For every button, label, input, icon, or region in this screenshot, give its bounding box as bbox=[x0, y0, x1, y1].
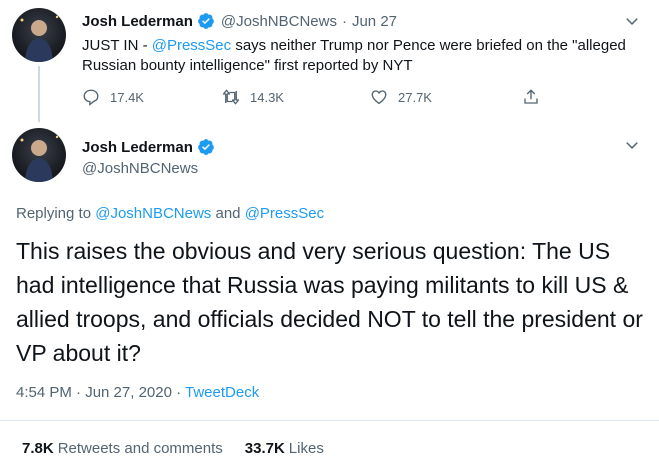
retweets-label: Retweets and comments bbox=[57, 440, 223, 457]
verified-badge-icon bbox=[197, 139, 214, 155]
retweet-icon bbox=[222, 89, 240, 105]
chevron-down-icon[interactable] bbox=[625, 138, 639, 152]
tweet-text: JUST IN - @PressSec says neither Trump n… bbox=[82, 36, 642, 76]
share-icon bbox=[524, 89, 538, 104]
tweet-date[interactable]: Jun 27 bbox=[352, 13, 397, 30]
mention-link[interactable]: @PressSec bbox=[152, 37, 231, 54]
tweet-main-text: This raises the obvious and very serious… bbox=[16, 238, 643, 366]
dot-separator: · bbox=[341, 12, 347, 30]
likes-stat[interactable]: 33.7K Likes bbox=[245, 440, 324, 457]
replying-and: and bbox=[211, 205, 245, 222]
replying-user-link[interactable]: @JoshNBCNews bbox=[95, 205, 211, 222]
tweet-header: Josh Lederman @JoshNBCNews · Jun 27 bbox=[82, 12, 397, 30]
retweet-count: 14.3K bbox=[250, 89, 284, 105]
divider bbox=[0, 420, 659, 421]
like-button[interactable]: 27.7K bbox=[370, 88, 522, 106]
tweet-source-link[interactable]: TweetDeck bbox=[185, 384, 259, 401]
replying-user-link[interactable]: @PressSec bbox=[245, 205, 324, 222]
heart-icon bbox=[371, 90, 387, 105]
avatar[interactable] bbox=[12, 128, 66, 182]
likes-count: 33.7K bbox=[244, 440, 285, 457]
verified-badge-icon bbox=[197, 13, 214, 29]
avatar-photo bbox=[20, 15, 59, 62]
tweet-timestamp[interactable]: 4:54 PM · Jun 27, 2020 · bbox=[16, 384, 185, 401]
reply-button[interactable]: 17.4K bbox=[82, 88, 222, 106]
retweet-button[interactable]: 14.3K bbox=[222, 88, 370, 106]
tweet-text-prefix: JUST IN - bbox=[82, 37, 152, 54]
thread-line bbox=[38, 66, 40, 122]
reply-icon bbox=[83, 89, 99, 106]
reply-count: 17.4K bbox=[110, 89, 144, 105]
replying-to: Replying to @JoshNBCNews and @PressSec bbox=[16, 205, 324, 222]
retweets-count: 7.8K bbox=[22, 440, 54, 457]
author-handle[interactable]: @JoshNBCNews bbox=[221, 13, 337, 30]
author-name[interactable]: Josh Lederman bbox=[82, 139, 193, 156]
author-handle[interactable]: @JoshNBCNews bbox=[82, 160, 198, 177]
retweets-stat[interactable]: 7.8K Retweets and comments bbox=[22, 440, 223, 457]
replying-prefix: Replying to bbox=[16, 205, 96, 222]
tweet-meta: 4:54 PM · Jun 27, 2020 · TweetDeck bbox=[16, 384, 259, 401]
avatar[interactable] bbox=[12, 8, 66, 62]
like-count: 27.7K bbox=[398, 89, 432, 105]
likes-label: Likes bbox=[288, 440, 324, 457]
author-name[interactable]: Josh Lederman bbox=[82, 13, 193, 30]
share-button[interactable] bbox=[522, 88, 550, 106]
author-name-row: Josh Lederman bbox=[82, 138, 219, 156]
avatar-photo bbox=[20, 135, 59, 182]
tweet-actions: 17.4K 14.3K 27.7K bbox=[82, 88, 562, 106]
chevron-down-icon[interactable] bbox=[625, 14, 639, 28]
tweet-stats: 7.8K Retweets and comments 33.7K Likes bbox=[22, 440, 346, 457]
